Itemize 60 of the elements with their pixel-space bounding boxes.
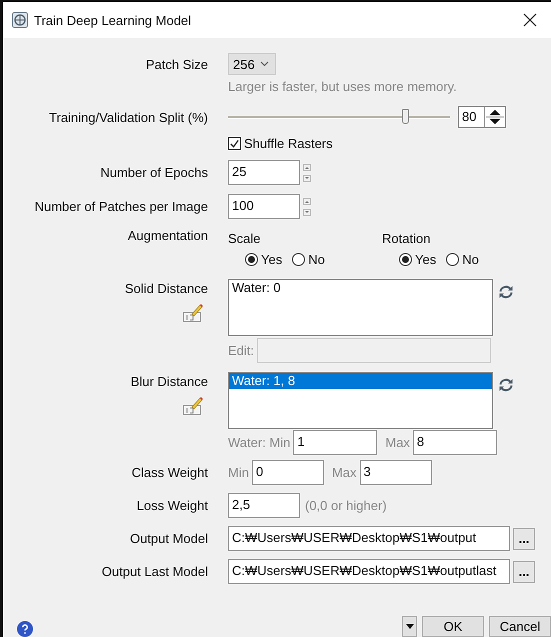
group-label: Rotation bbox=[382, 231, 432, 246]
max-field[interactable]: 8 bbox=[412, 430, 497, 455]
hint-text: Larger is faster, but uses more memory. bbox=[228, 79, 457, 94]
group-label: Scale bbox=[228, 231, 262, 246]
field-label: Output Last Model bbox=[100, 564, 208, 579]
field-label: Training/Validation Split (%) bbox=[48, 110, 208, 124]
radio-button[interactable]: Yes bbox=[245, 252, 282, 267]
min-field[interactable]: 0 bbox=[252, 460, 324, 485]
browse-button[interactable]: ... bbox=[513, 528, 535, 550]
chevron-icon bbox=[260, 61, 269, 67]
number-field[interactable]: 2,5 bbox=[228, 493, 300, 518]
number-field[interactable]: 25 bbox=[228, 160, 300, 185]
dialog-button[interactable]: Cancel bbox=[489, 616, 551, 637]
pencil-calendar-icon[interactable] bbox=[183, 304, 203, 322]
field-label: Max bbox=[385, 435, 410, 450]
slider-thumb[interactable] bbox=[402, 109, 409, 124]
field-label: Output Model bbox=[128, 531, 208, 546]
list-item[interactable]: Water: 0 bbox=[229, 280, 492, 296]
shuffle-checkbox[interactable]: Shuffle Rasters bbox=[228, 136, 333, 151]
list-item[interactable]: Water: 1, 8 bbox=[229, 373, 492, 389]
caret-icon bbox=[406, 624, 414, 629]
max-field[interactable]: 3 bbox=[360, 460, 432, 485]
min-field[interactable]: 1 bbox=[293, 430, 378, 455]
number-field[interactable]: 100 bbox=[228, 194, 300, 219]
spinner-field[interactable]: 80 bbox=[458, 106, 506, 128]
path-field[interactable]: C:₩Users₩USER₩Desktop₩S1₩output bbox=[228, 526, 510, 551]
field-label: Max bbox=[332, 465, 357, 480]
field-label: Min bbox=[228, 465, 249, 480]
field-label: Number of Patches per Image bbox=[34, 199, 208, 214]
field-label: Blur Distance bbox=[130, 373, 208, 389]
pencil-calendar-icon[interactable] bbox=[183, 397, 203, 415]
hint-text: (0,0 or higher) bbox=[305, 498, 387, 513]
list-box[interactable]: Water: 1, 8 bbox=[228, 372, 493, 429]
window-title: Train Deep Learning Model bbox=[34, 12, 192, 28]
field-label: Solid Distance bbox=[124, 280, 208, 296]
stepper-icon[interactable] bbox=[303, 196, 311, 216]
dropdown-button[interactable] bbox=[402, 616, 417, 637]
radio-button[interactable]: No bbox=[292, 252, 325, 267]
list-box[interactable]: Water: 0 bbox=[228, 279, 493, 336]
refresh-icon[interactable] bbox=[498, 285, 514, 299]
browse-button[interactable]: ... bbox=[513, 560, 535, 582]
field-label: Patch Size bbox=[144, 56, 208, 72]
help-icon[interactable] bbox=[17, 621, 33, 637]
spinner-arrows-icon[interactable] bbox=[484, 107, 505, 127]
patch-size-dropdown[interactable]: 256 bbox=[228, 53, 276, 75]
field-label: Augmentation bbox=[126, 228, 208, 243]
field-label: Edit: bbox=[228, 343, 254, 358]
field-label: Loss Weight bbox=[136, 498, 208, 513]
checkmark-icon bbox=[229, 138, 240, 150]
radio-button[interactable]: No bbox=[446, 252, 479, 267]
close-icon[interactable] bbox=[523, 13, 537, 27]
dialog-button[interactable]: OK bbox=[422, 616, 484, 637]
field-label: Number of Epochs bbox=[99, 165, 208, 180]
app-icon bbox=[12, 12, 28, 28]
refresh-icon[interactable] bbox=[498, 378, 514, 392]
field-label: Class Weight bbox=[130, 465, 208, 480]
path-field[interactable]: C:₩Users₩USER₩Desktop₩S1₩outputlast bbox=[228, 559, 510, 584]
radio-button[interactable]: Yes bbox=[399, 252, 436, 267]
field-label: Water: Min bbox=[228, 435, 290, 450]
stepper-icon[interactable] bbox=[303, 162, 311, 182]
